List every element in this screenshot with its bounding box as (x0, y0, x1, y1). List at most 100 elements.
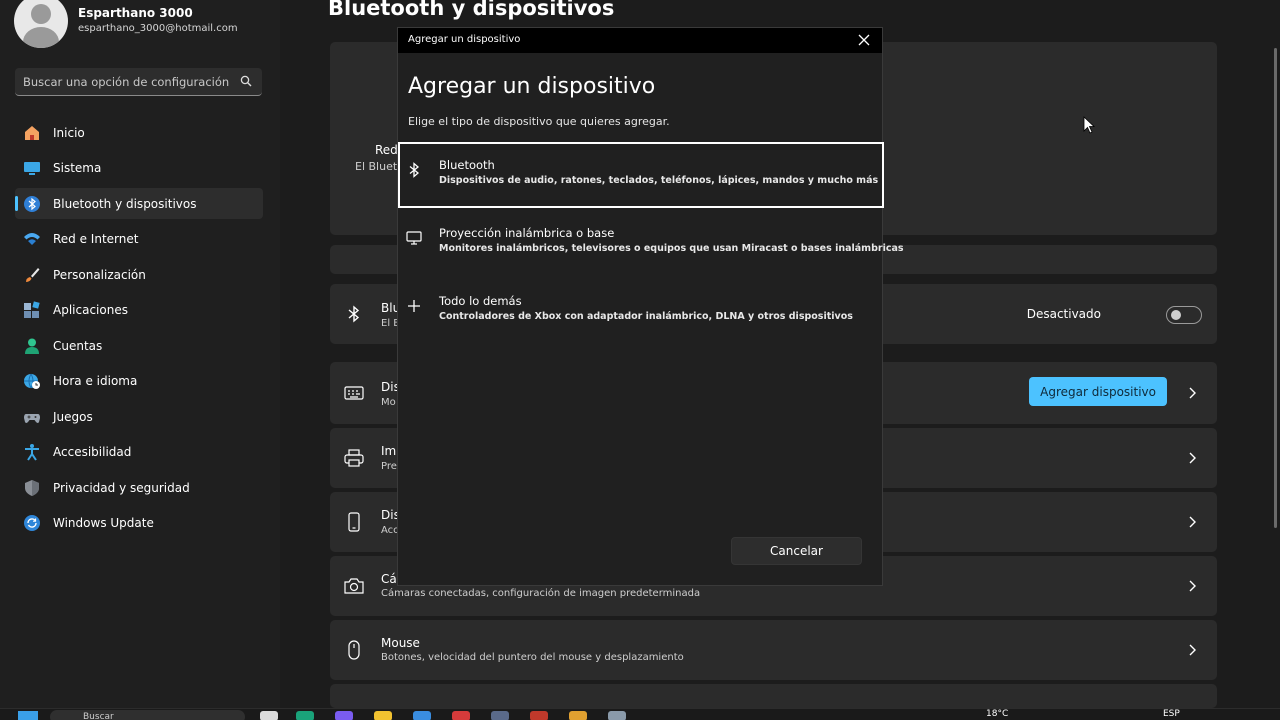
dialog-titlebar[interactable]: Agregar un dispositivo (398, 28, 882, 53)
copilot-icon[interactable] (335, 711, 353, 720)
taskbar-search[interactable]: Buscar (50, 710, 245, 720)
add-device-button[interactable]: Agregar dispositivo (1029, 377, 1167, 406)
keyboard-icon (344, 383, 364, 403)
sidebar-item-sistema[interactable]: Sistema (15, 153, 263, 184)
app-icon[interactable] (491, 711, 509, 720)
person-icon (23, 337, 41, 355)
sidebar-item-bluetooth[interactable]: Bluetooth y dispositivos (15, 188, 263, 219)
hero-card-title: Red (375, 143, 398, 157)
wifi-icon (23, 230, 41, 248)
sidebar-item-windows-update[interactable]: Windows Update (15, 508, 263, 539)
sidebar-item-hora[interactable]: Hora e idioma (15, 366, 263, 397)
mouse-row[interactable]: Mouse Botones, velocidad del puntero del… (330, 620, 1217, 680)
option-description: Controladores de Xbox con adaptador inal… (439, 311, 853, 322)
sidebar-item-cuentas[interactable]: Cuentas (15, 330, 263, 361)
scrollbar[interactable] (1274, 48, 1277, 528)
task-view-icon[interactable] (260, 711, 278, 720)
sidebar-item-personalizacion[interactable]: Personalización (15, 259, 263, 290)
page-title: Bluetooth y dispositivos (328, 0, 615, 20)
sidebar-item-label: Privacidad y seguridad (53, 480, 190, 495)
store-icon[interactable] (413, 711, 431, 720)
dialog-window-title: Agregar un dispositivo (408, 34, 521, 45)
sidebar-item-label: Accesibilidad (53, 445, 132, 459)
search-input[interactable] (23, 73, 233, 91)
monitor-icon (406, 230, 422, 246)
sidebar-item-aplicaciones[interactable]: Aplicaciones (15, 295, 263, 326)
sidebar-item-label: Cuentas (53, 338, 103, 353)
chevron-right-icon[interactable] (1187, 580, 1197, 592)
close-icon[interactable] (858, 34, 870, 46)
camera-icon (344, 576, 364, 596)
sidebar-item-accesibilidad[interactable]: Accesibilidad (15, 437, 263, 468)
option-bluetooth[interactable]: Bluetooth Dispositivos de audio, ratones… (398, 142, 884, 208)
taskbar-search-label: Buscar (83, 712, 114, 720)
devices-row-subtitle: Mo (381, 397, 396, 408)
option-wireless-display[interactable]: Proyección inalámbrica o base Monitores … (398, 210, 904, 276)
sidebar-item-label: Aplicaciones (53, 303, 128, 317)
file-explorer-icon[interactable] (374, 711, 392, 720)
gamepad-icon (23, 408, 41, 426)
sidebar-item-inicio[interactable]: Inicio (15, 117, 263, 148)
sidebar-item-label: Windows Update (53, 516, 154, 530)
chrome-icon[interactable] (569, 711, 587, 720)
phone-icon (344, 512, 364, 532)
user-name: Esparthano 3000 (78, 6, 193, 20)
bluetooth-toggle-label: Desactivado (1026, 307, 1101, 321)
settings-search (15, 68, 262, 96)
weather-temperature[interactable]: 18°C (986, 709, 1008, 719)
mouse-row-title: Mouse (381, 636, 420, 650)
mouse-row-subtitle: Botones, velocidad del puntero del mouse… (381, 652, 684, 663)
shield-icon (23, 479, 41, 497)
chevron-right-icon[interactable] (1187, 644, 1197, 656)
option-title: Bluetooth (439, 158, 495, 172)
apps-icon (23, 301, 41, 319)
user-email: esparthano_3000@hotmail.com (78, 23, 238, 34)
option-everything-else[interactable]: Todo lo demás Controladores de Xbox con … (398, 278, 884, 344)
globe-clock-icon (23, 372, 41, 390)
sidebar: Esparthano 3000 esparthano_3000@hotmail.… (0, 0, 280, 708)
app-icon[interactable] (452, 711, 470, 720)
cameras-row-subtitle: Cámaras conectadas, configuración de ima… (381, 588, 701, 599)
brush-icon (23, 266, 41, 284)
hero-card-subtitle: El Bluet (355, 160, 398, 173)
chevron-right-icon[interactable] (1187, 452, 1197, 464)
dialog-heading: Agregar un dispositivo (408, 74, 656, 99)
chevron-right-icon[interactable] (1187, 387, 1197, 399)
start-button[interactable] (18, 711, 38, 720)
update-icon (23, 514, 41, 532)
sidebar-item-label: Red e Internet (53, 232, 139, 246)
option-title: Todo lo demás (439, 294, 522, 308)
sidebar-item-label: Personalización (53, 267, 146, 282)
accessibility-icon (23, 443, 41, 461)
cancel-button[interactable]: Cancelar (731, 537, 862, 565)
sidebar-item-red[interactable]: Red e Internet (15, 224, 263, 255)
mouse-icon (344, 640, 364, 660)
avatar[interactable] (14, 0, 68, 48)
sidebar-item-privacidad[interactable]: Privacidad y seguridad (15, 472, 263, 503)
bluetooth-icon (23, 195, 41, 213)
sidebar-item-juegos[interactable]: Juegos (15, 401, 263, 432)
next-row[interactable] (330, 684, 1217, 708)
sidebar-item-label: Inicio (53, 125, 85, 140)
sidebar-item-label: Hora e idioma (53, 374, 138, 388)
system-icon (23, 159, 41, 177)
option-title: Proyección inalámbrica o base (439, 226, 615, 240)
edge-icon[interactable] (296, 711, 314, 720)
home-icon (23, 124, 41, 142)
bluetooth-toggle[interactable] (1166, 306, 1202, 324)
printers-row-title: Im (381, 444, 397, 458)
language-indicator[interactable]: ESP (1163, 709, 1180, 719)
dialog-subtitle: Elige el tipo de dispositivo que quieres… (408, 115, 670, 128)
sidebar-item-label: Juegos (53, 409, 93, 424)
app-icon[interactable] (530, 711, 548, 720)
mouse-cursor-icon (1083, 116, 1095, 134)
settings-app-icon[interactable] (608, 711, 626, 720)
search-icon[interactable] (240, 75, 252, 87)
sidebar-item-label: Bluetooth y dispositivos (53, 196, 197, 211)
option-description: Monitores inalámbricos, televisores o eq… (439, 243, 904, 254)
cameras-row-title: Cá (381, 572, 397, 586)
chevron-right-icon[interactable] (1187, 516, 1197, 528)
bluetooth-icon (344, 304, 364, 324)
printers-row-subtitle: Pre (381, 461, 397, 472)
sidebar-nav: Inicio Sistema Bluetooth y dispositivos … (15, 117, 263, 543)
